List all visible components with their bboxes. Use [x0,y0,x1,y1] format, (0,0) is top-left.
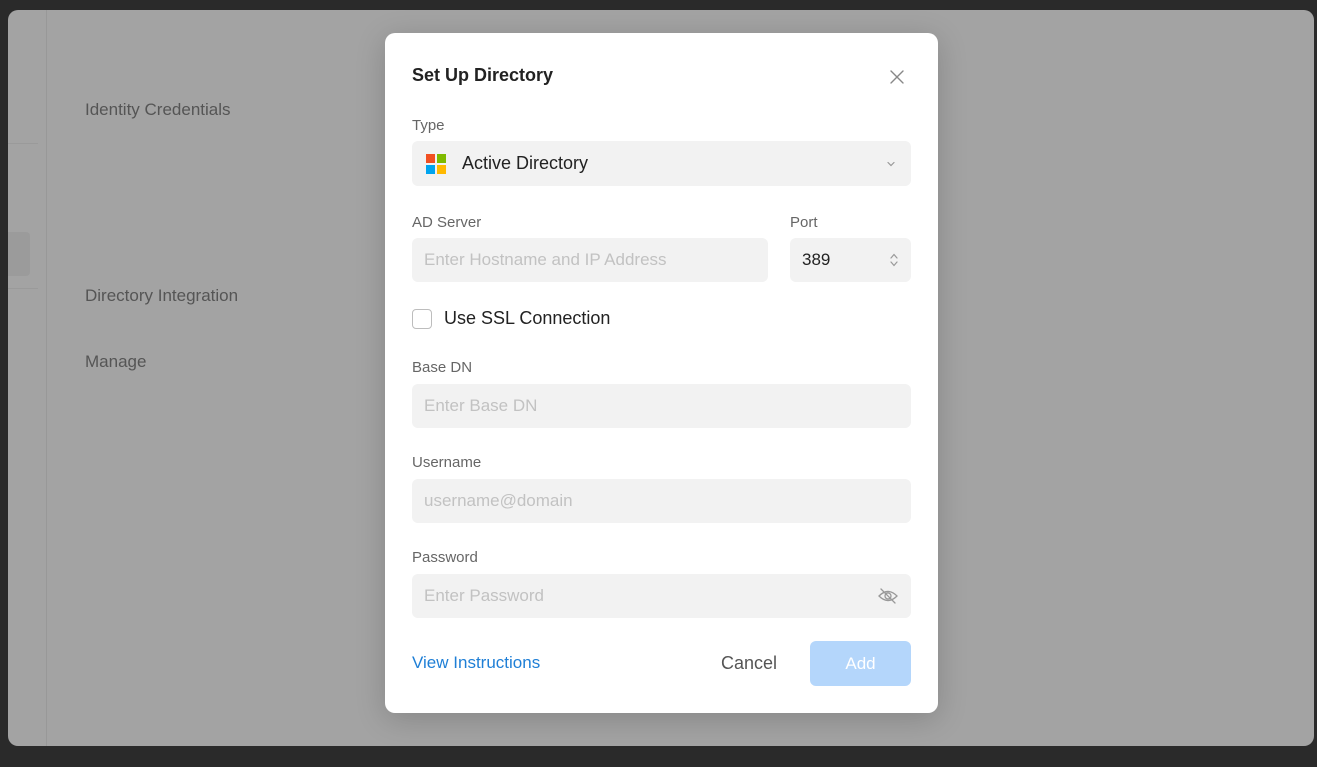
sidebar-divider [46,10,47,746]
dialog-title: Set Up Directory [412,65,554,85]
username-input[interactable] [424,491,899,511]
port-label: Port [790,214,818,231]
username-label: Username [412,454,482,471]
close-icon [890,70,904,84]
type-label: Type [412,117,445,134]
divider [8,288,38,289]
base-dn-input[interactable] [424,396,899,416]
cancel-button[interactable]: Cancel [721,653,777,674]
password-label: Password [412,549,478,566]
base-dn-label: Base DN [412,359,473,376]
port-value[interactable]: 389 [802,250,830,270]
type-select[interactable]: Active Directory [412,141,911,186]
close-button[interactable] [883,63,911,91]
section-identity-credentials: Identity Credentials [85,100,231,119]
divider [8,143,38,144]
base-dn-field[interactable] [412,384,911,428]
section-directory-integration: Directory Integration [85,286,239,305]
add-button[interactable]: Add [810,641,911,686]
ad-server-field[interactable] [412,238,768,282]
microsoft-logo-icon [426,153,446,174]
stepper-icon [890,253,898,267]
type-select-value: Active Directory [462,153,589,173]
ssl-checkbox[interactable] [412,308,432,329]
sidebar-selected-item[interactable] [8,232,30,276]
view-instructions-link[interactable]: View Instructions [412,653,540,673]
username-field[interactable] [412,479,911,523]
ssl-checkbox-label[interactable]: Use SSL Connection [444,308,610,329]
setup-directory-dialog: Set Up Directory Type Active Directory A… [385,33,938,713]
ad-server-input[interactable] [424,250,756,270]
chevron-down-icon [887,161,895,166]
password-field[interactable] [412,574,911,618]
port-stepper[interactable]: 389 [790,238,911,282]
ssl-checkbox-row[interactable]: Use SSL Connection [412,308,610,329]
ad-server-label: AD Server [412,214,482,231]
section-manage: Manage [85,352,147,371]
toggle-password-visibility[interactable] [877,587,899,605]
eye-slash-icon [878,588,898,604]
stepper-control[interactable] [889,251,899,269]
password-input[interactable] [424,586,877,606]
